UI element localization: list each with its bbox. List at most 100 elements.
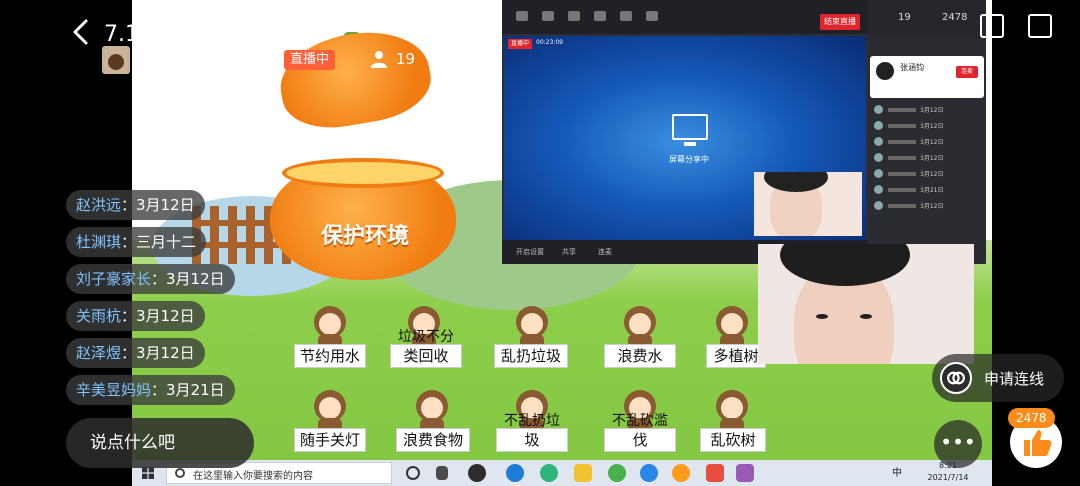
sharing-label: 屏幕分享中 [669, 155, 709, 164]
toolbar-icon[interactable] [646, 11, 658, 21]
end-live-button[interactable]: 结束直播 [820, 14, 860, 30]
stat-likes: 2478 [942, 12, 968, 23]
ime-indicator[interactable]: 中 [892, 464, 902, 479]
cat-character [620, 300, 660, 352]
sign-label: 类回收 [390, 344, 462, 368]
back-icon[interactable] [70, 18, 92, 46]
viewer-count: 19 [396, 50, 416, 68]
live-timer: 00:23:09 [536, 39, 563, 46]
comment-input[interactable]: 说点什么吧 [66, 418, 254, 468]
camera-pip[interactable] [758, 244, 974, 364]
accept-link-button[interactable]: 连麦 [956, 66, 978, 78]
taskbar-app-icon[interactable] [436, 466, 448, 480]
comment-author[interactable]: 赵洪远 [76, 196, 121, 214]
chat-row: 3月12日 [872, 200, 984, 212]
scene-title: 保护环境 [320, 224, 409, 249]
shared-desktop: 直播中 00:23:09 屏幕分享中 [504, 36, 866, 240]
stat-viewers: 19 [898, 12, 911, 23]
toolbar-icon[interactable] [568, 11, 580, 21]
live-status-badge: 直播中 [284, 50, 336, 70]
cat-character [310, 300, 350, 352]
apply-link-label: 申请连线 [984, 370, 1045, 388]
taskbar-app-icon[interactable] [574, 464, 592, 482]
sign-label: 伐 [604, 428, 676, 452]
cat-character [310, 384, 350, 436]
chat-row: 3月12日 [872, 104, 984, 116]
pumpkin-rim [282, 158, 444, 188]
share-bottom-label[interactable]: 开启设置 [516, 247, 544, 257]
cat-character [412, 384, 452, 436]
avatar[interactable] [102, 46, 130, 74]
comment-author[interactable]: 辛美昱妈妈 [76, 381, 151, 399]
comment-text: ：3月12日 [151, 270, 225, 288]
taskbar-app-icon[interactable] [640, 464, 658, 482]
pumpkin-lid [273, 21, 437, 137]
chat-comment: 辛美昱妈妈：3月21日 [66, 375, 235, 405]
chat-row: 3月12日 [872, 152, 984, 164]
screen-rotate-icon[interactable] [1028, 14, 1052, 38]
sign-label: 节约用水 [294, 344, 366, 368]
taskbar-app-icon[interactable] [608, 464, 626, 482]
comment-text: ：3月12日 [121, 307, 195, 325]
card-name: 张涵钧 [900, 63, 924, 72]
more-icon[interactable]: ••• [934, 420, 982, 468]
sign-label: 浪费水 [604, 344, 676, 368]
avatar [876, 62, 894, 80]
host-name[interactable]: 高婧轩2009034108 [136, 50, 276, 71]
sign-label: 乱扔垃圾 [494, 344, 568, 368]
chat-row: 3月12日 [872, 120, 984, 132]
sign-label: 随手关灯 [294, 428, 366, 452]
cat-character [712, 300, 752, 352]
camera-pip-small [754, 172, 862, 236]
screen-record-icon[interactable] [980, 14, 1004, 38]
shared-screen-window: 结束直播 19 2478 直播中 00:23:09 屏幕分享中 开启设置 共享 … [502, 0, 986, 264]
apply-link-button[interactable]: 申请连线 [932, 354, 1064, 402]
share-bottom-label[interactable]: 连麦 [598, 247, 612, 257]
sign-label-top: 不乱扔垃 [504, 413, 560, 429]
live-room-screen: 保护环境 节约用水 垃圾不分 类回收 乱扔垃圾 浪费水 多植树 随手关灯 浪费食… [0, 0, 1080, 486]
taskbar-app-icon[interactable] [468, 464, 486, 482]
comment-author[interactable]: 关雨杭 [76, 307, 121, 325]
share-toolbar: 结束直播 [502, 0, 868, 34]
share-chat-panel: 张涵钧 连麦 3月12日 3月12日 3月12日 3月12日 3月12日 3月2… [868, 38, 986, 264]
cat-character [512, 300, 552, 352]
search-icon [175, 468, 185, 478]
link-icon [940, 362, 972, 394]
toolbar-icon[interactable] [516, 11, 528, 21]
chat-comment: 刘子豪家长：3月12日 [66, 264, 235, 294]
sign-label: 圾 [496, 428, 568, 452]
comment-author[interactable]: 赵泽煜 [76, 344, 121, 362]
taskbar-app-icon[interactable] [406, 466, 420, 480]
room-title: 7.14号趣味地理 [104, 22, 263, 47]
sign-label-top: 不乱砍滥 [612, 413, 668, 429]
viewer-icon [371, 51, 387, 68]
taskbar-app-icon[interactable] [706, 464, 724, 482]
comment-author[interactable]: 刘子豪家长 [76, 270, 151, 288]
toolbar-icon[interactable] [594, 11, 606, 21]
sign-label-top: 垃圾不分 [398, 329, 454, 345]
sign-label: 多植树 [706, 344, 766, 368]
taskbar-app-icon[interactable] [672, 464, 690, 482]
like-count: 2478 [1008, 408, 1055, 428]
sign-label: 乱砍树 [700, 428, 766, 452]
chat-row: 3月21日 [872, 184, 984, 196]
taskbar-app-icon[interactable] [736, 464, 754, 482]
share-bottom-label[interactable]: 共享 [562, 247, 576, 257]
windows-start-icon[interactable] [142, 467, 154, 479]
comment-text: ：三月十二 [121, 233, 197, 251]
toolbar-icon[interactable] [620, 11, 632, 21]
taskbar-search-text: 在这里输入你要搜索的内容 [193, 471, 313, 482]
live-badge-small: 直播中 [508, 39, 533, 49]
taskbar-app-icon[interactable] [540, 464, 558, 482]
screen-share-icon [672, 114, 708, 146]
chat-comment: 赵洪远：3月12日 [66, 190, 205, 220]
chat-comment: 赵泽煜：3月12日 [66, 338, 205, 368]
comment-text: ：3月12日 [121, 196, 195, 214]
windows-taskbar: 在这里输入你要搜索的内容 中 8:21 2021/7/14 [132, 460, 992, 486]
link-request-card: 张涵钧 连麦 [870, 56, 984, 98]
chat-comment: 杜渊琪：三月十二 [66, 227, 207, 257]
taskbar-app-icon[interactable] [506, 464, 524, 482]
chat-row: 3月12日 [872, 136, 984, 148]
comment-author[interactable]: 杜渊琪 [76, 233, 121, 251]
toolbar-icon[interactable] [542, 11, 554, 21]
